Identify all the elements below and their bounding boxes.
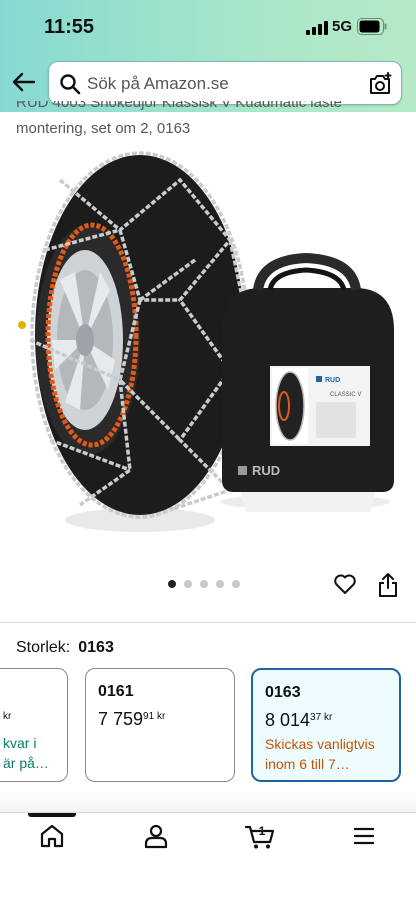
search-input[interactable] [87,70,357,98]
price-fraction: 37 kr [310,712,333,723]
back-arrow-icon[interactable] [10,68,38,96]
product-title-line-2[interactable]: montering, set om 2, 0163 [16,120,416,137]
option-code: 0163 [265,684,301,701]
option-price: 8 01437 kr [265,710,332,731]
price-fraction: 91 kr [143,711,166,722]
option-price: kr [3,709,11,730]
option-shipping: Skickas vanligtvis inom 6 till 7… [265,736,375,772]
search-icon [60,74,81,95]
price-whole: 8 014 [265,710,311,730]
svg-text:RUD: RUD [325,377,340,384]
search-bar[interactable] [48,61,402,105]
option-code: 0161 [98,683,134,700]
size-option-card-selected[interactable]: 0163 8 01437 kr Skickas vanligtvis inom … [251,668,401,782]
clock: 11:55 [44,16,95,38]
size-label-text: Storlek: [16,639,71,656]
active-tab-indicator [28,813,76,817]
size-selector-label: Storlek: 0163 [16,639,114,657]
price-whole: 7 759 [98,709,144,729]
svg-text:CLASSIC V: CLASSIC V [330,392,361,398]
network-label: 5G [332,18,353,35]
home-icon[interactable] [38,822,66,850]
battery-icon [357,18,387,35]
option-price: 7 75991 kr [98,709,165,730]
page-dot[interactable] [184,580,192,588]
share-icon[interactable] [377,572,399,598]
camera-search-icon[interactable] [367,71,393,97]
menu-icon[interactable] [350,822,378,850]
signal-icon [306,21,328,35]
scroll-shadow [0,790,416,812]
image-pagination[interactable] [168,580,240,588]
app-header: 11:55 5G [0,0,416,112]
page-dot[interactable] [232,580,240,588]
cart-icon[interactable]: 1 [244,822,278,850]
page-dot[interactable] [216,580,224,588]
section-divider [0,622,416,623]
option-availability: kvar i är på… [3,735,49,771]
page-dot[interactable] [200,580,208,588]
product-title-line-1[interactable]: RUD 4003 Snökedjor Klassisk V Kuadmatic … [16,101,416,113]
product-image[interactable]: RUD CLASSIC V RUD [0,140,416,570]
svg-text:RUD: RUD [252,463,280,478]
size-option-card[interactable]: 0161 7 75991 kr [85,668,235,782]
status-bar: 11:55 5G [0,0,416,56]
account-icon[interactable] [142,822,170,850]
size-selected-value: 0163 [78,639,114,656]
heart-icon[interactable] [333,572,357,596]
cart-count: 1 [259,824,266,838]
price-fraction: kr [3,711,12,722]
size-option-card[interactable]: kr kvar i är på… [0,668,68,782]
page-dot-active[interactable] [168,580,176,588]
